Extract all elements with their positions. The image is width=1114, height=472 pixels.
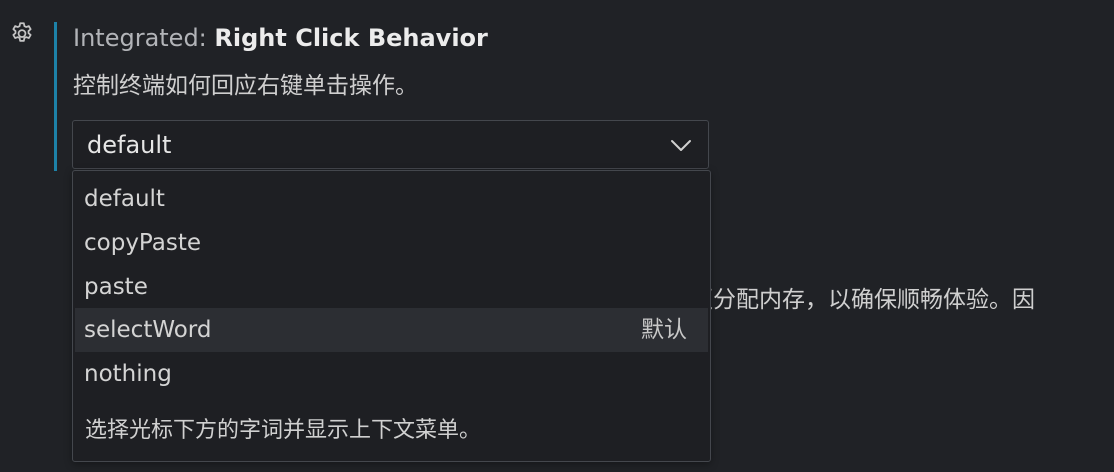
option-default[interactable]: default	[75, 177, 708, 221]
chevron-down-icon[interactable]	[670, 136, 692, 154]
option-copypaste[interactable]: copyPaste	[75, 221, 708, 265]
setting-title: Integrated: Right Click Behavior	[73, 22, 488, 54]
default-badge: 默认	[641, 317, 687, 343]
setting-name: Right Click Behavior	[214, 24, 488, 52]
right-click-behavior-select[interactable]: default	[72, 120, 709, 169]
partially-hidden-description: 须分配内存，以确保顺畅体验。因	[690, 287, 1035, 313]
setting-focus-indicator	[54, 22, 57, 171]
setting-description: 控制终端如何回应右键单击操作。	[73, 73, 418, 99]
setting-category: Integrated:	[73, 24, 215, 52]
gear-icon[interactable]	[9, 20, 35, 46]
option-description: 选择光标下方的字词并显示上下文菜单。	[85, 418, 482, 443]
option-nothing[interactable]: nothing	[75, 352, 708, 396]
option-label: selectWord	[84, 317, 212, 343]
select-current-value: default	[87, 131, 172, 159]
option-selectword[interactable]: selectWord 默认	[75, 308, 708, 352]
select-dropdown-list: default copyPaste paste selectWord 默认 no…	[72, 170, 711, 462]
option-paste[interactable]: paste	[75, 265, 708, 309]
